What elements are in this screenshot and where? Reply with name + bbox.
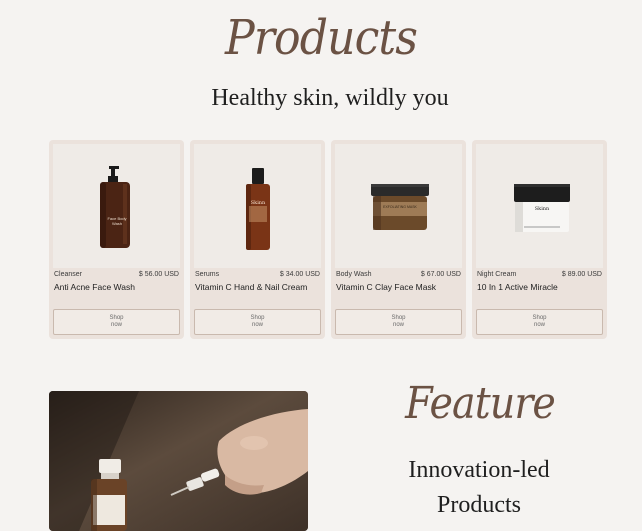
feature-subtitle: Innovation-led Products	[408, 457, 550, 518]
product-image[interactable]: EXFOLIATING MASK	[335, 144, 462, 268]
product-meta: Serums $ 34.00 USD	[195, 271, 320, 278]
shop-now-label: Shop now	[250, 315, 265, 328]
product-category: Serums	[195, 271, 220, 278]
product-grid: Face Body Wash Cleanser $ 56.00 USD Anti…	[49, 140, 607, 339]
product-meta: Cleanser $ 56.00 USD	[54, 271, 179, 278]
product-card[interactable]: EXFOLIATING MASK Body Wash $ 67.00 USD V…	[331, 140, 466, 339]
bottle-label: Face Body Wash	[107, 216, 127, 226]
products-subtitle: Healthy skin, wildly you	[211, 85, 449, 111]
shop-now-button[interactable]: Shop now	[335, 309, 462, 335]
shop-now-label: Shop now	[109, 315, 124, 328]
product-card[interactable]: Skinn Night Cream $ 89.00 USD 10 In 1 Ac…	[472, 140, 607, 339]
shop-now-button[interactable]: Shop now	[53, 309, 180, 335]
products-title: Products	[225, 10, 418, 66]
product-name[interactable]: Vitamin C Hand & Nail Cream	[195, 282, 323, 292]
product-name[interactable]: Vitamin C Clay Face Mask	[336, 282, 464, 292]
product-category: Cleanser	[54, 271, 83, 278]
product-price: $ 89.00 USD	[561, 271, 602, 278]
product-image[interactable]: Skinn	[194, 144, 321, 268]
jar-label: Skinn	[534, 206, 550, 212]
shop-now-button[interactable]: Shop now	[194, 309, 321, 335]
product-card[interactable]: Face Body Wash Cleanser $ 56.00 USD Anti…	[49, 140, 184, 339]
shop-now-button[interactable]: Shop now	[476, 309, 603, 335]
shop-now-label: Shop now	[391, 315, 406, 328]
product-name[interactable]: 10 In 1 Active Miracle	[477, 282, 605, 292]
product-image[interactable]: Skinn	[476, 144, 603, 268]
product-category: Body Wash	[336, 271, 372, 278]
product-category: Night Cream	[477, 271, 517, 278]
product-image[interactable]: Face Body Wash	[53, 144, 180, 268]
product-price: $ 34.00 USD	[279, 271, 320, 278]
product-card[interactable]: Skinn Serums $ 34.00 USD Vitamin C Hand …	[190, 140, 325, 339]
product-meta: Body Wash $ 67.00 USD	[336, 271, 461, 278]
shop-now-label: Shop now	[532, 315, 547, 328]
bottle-label: Skinn	[250, 200, 266, 206]
product-name[interactable]: Anti Acne Face Wash	[54, 282, 182, 292]
product-price: $ 67.00 USD	[420, 271, 461, 278]
product-meta: Night Cream $ 89.00 USD	[477, 271, 602, 278]
feature-image	[49, 391, 308, 531]
jar-label: EXFOLIATING MASK	[383, 205, 417, 209]
feature-title: Feature	[405, 378, 556, 429]
product-price: $ 56.00 USD	[138, 271, 179, 278]
